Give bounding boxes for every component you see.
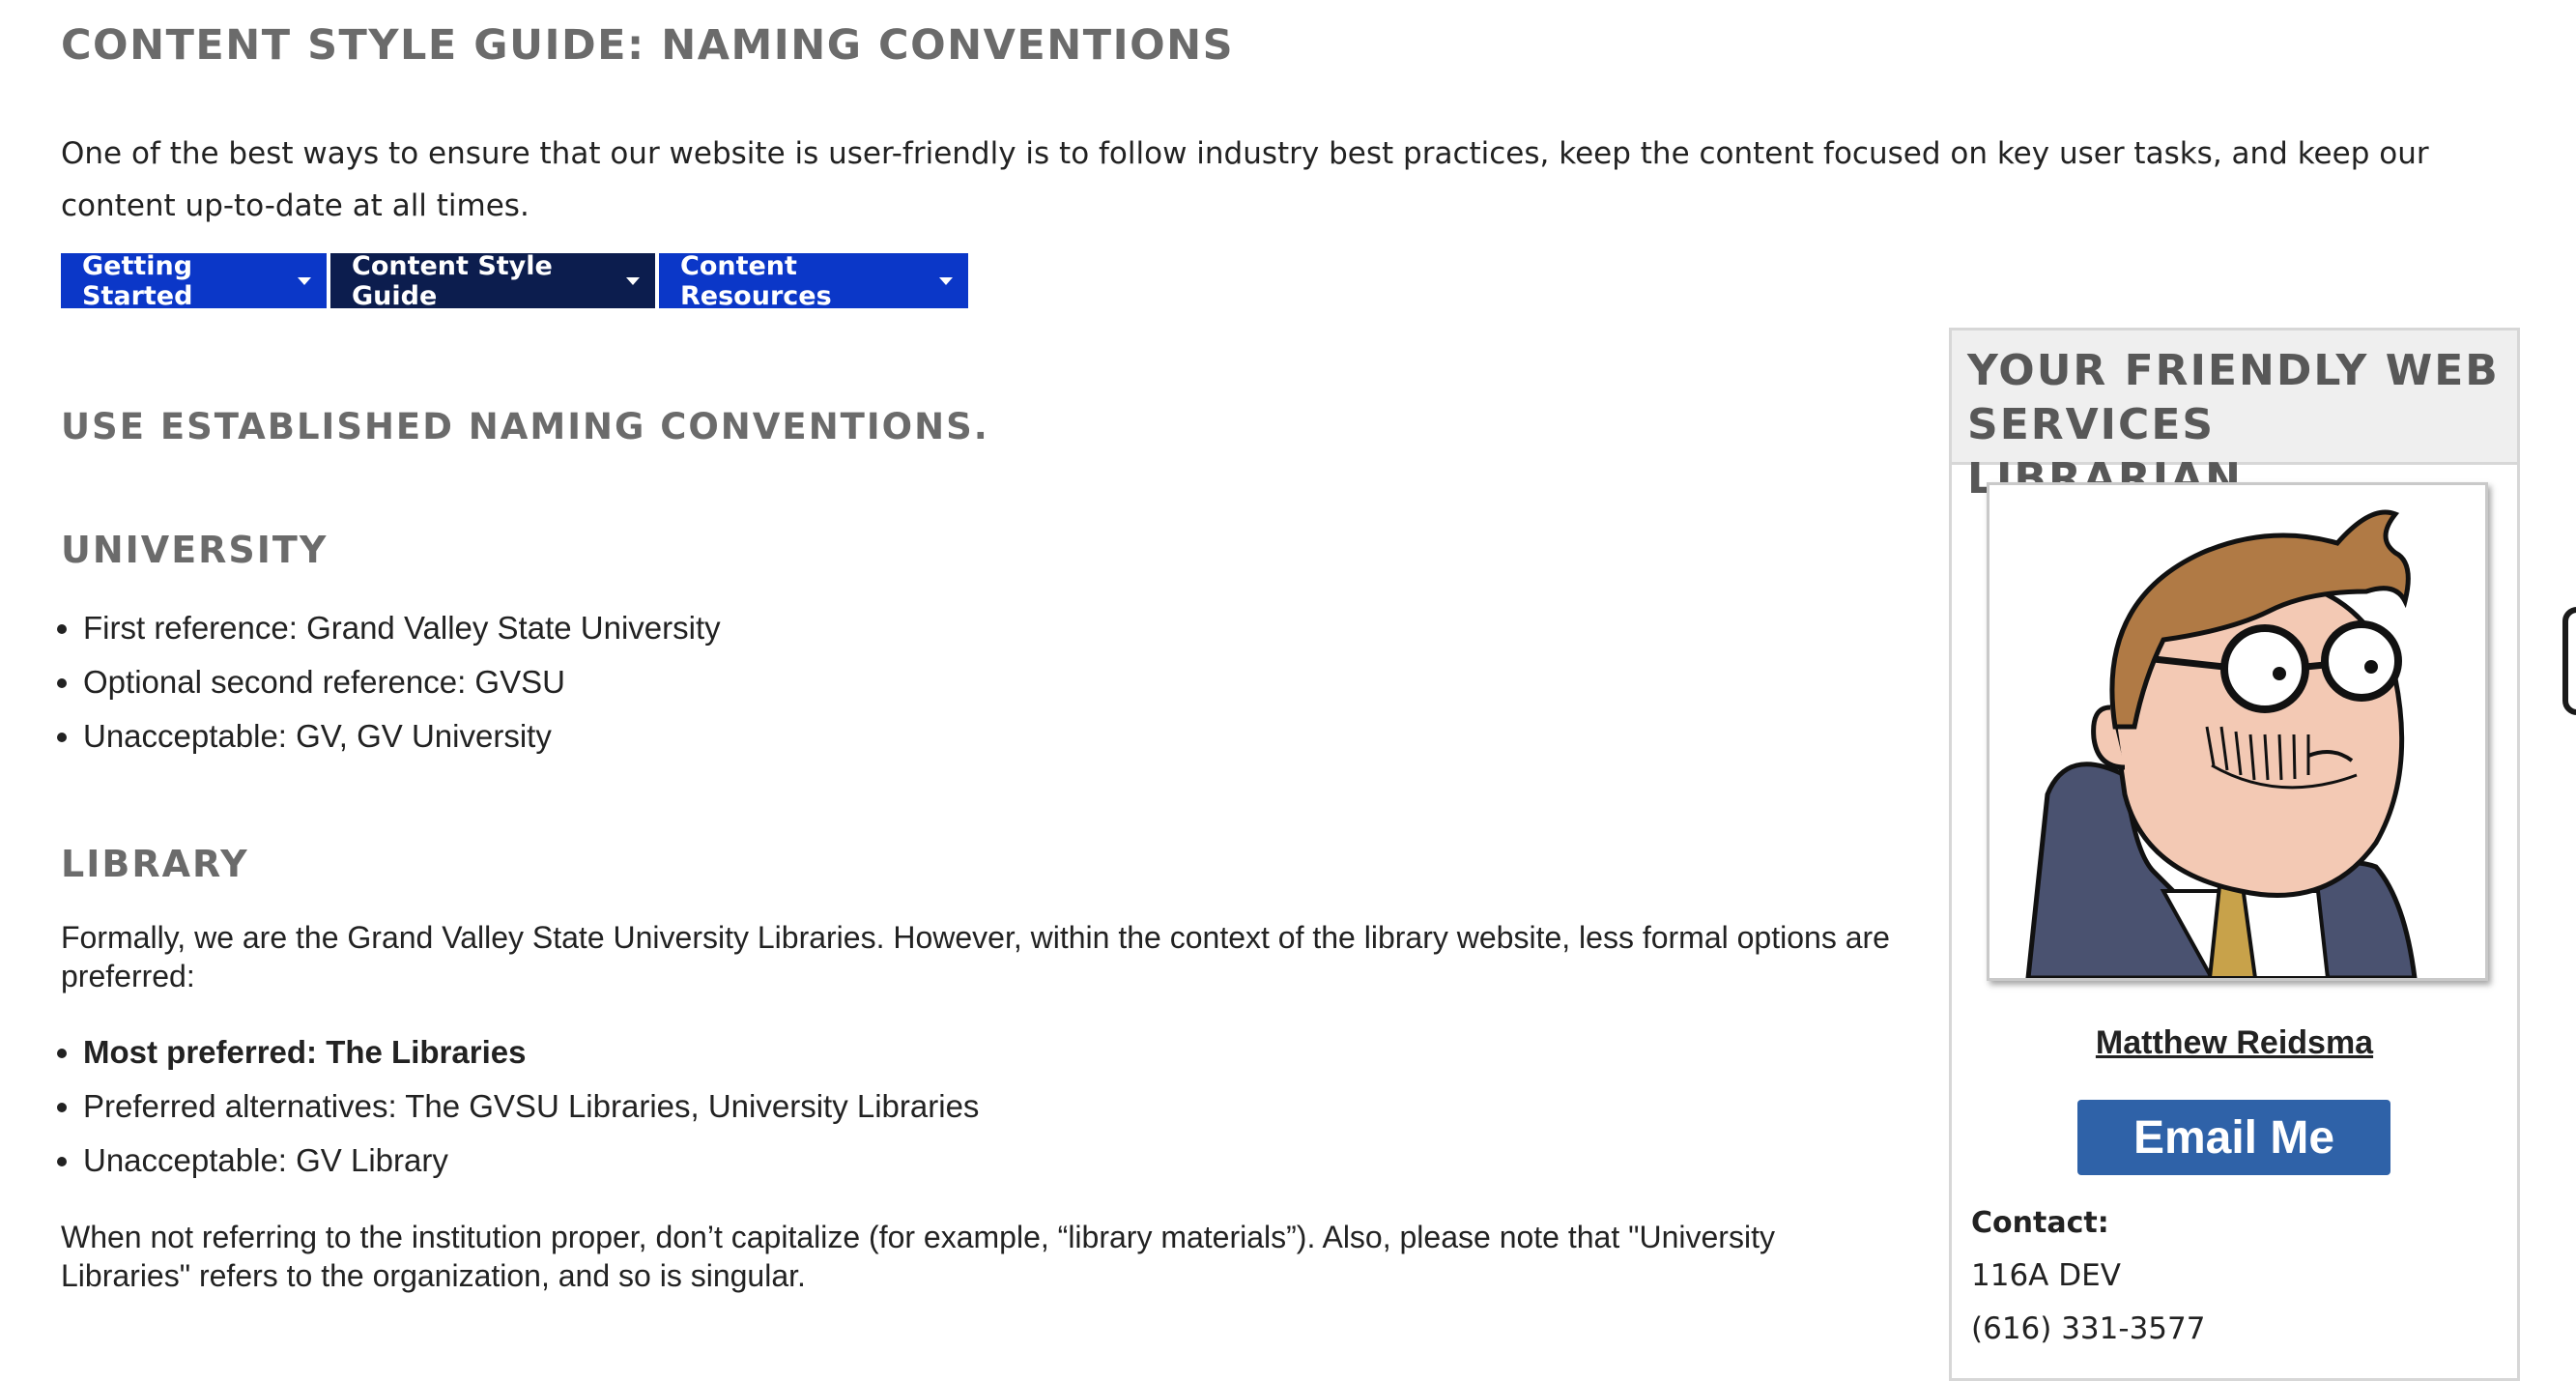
intro-paragraph: One of the best ways to ensure that our …	[61, 136, 2429, 223]
tab-label: Content Resources	[680, 250, 832, 311]
university-heading: UNIVERSITY	[61, 529, 329, 571]
section-heading: USE ESTABLISHED NAMING CONVENTIONS.	[61, 406, 989, 447]
tab-getting-started[interactable]: Getting Started	[61, 250, 327, 311]
office-location: 116A DEV	[1971, 1258, 2121, 1293]
page-title: CONTENT STYLE GUIDE: NAMING CONVENTIONS	[61, 21, 1235, 70]
list-item: Most preferred: The Libraries	[83, 1025, 979, 1079]
list-item: Unacceptable: GV, GV University	[83, 709, 721, 763]
library-note: When not referring to the institution pr…	[61, 1220, 1775, 1293]
tab-label: Content Style Guide	[352, 250, 553, 311]
university-list: First reference: Grand Valley State Univ…	[35, 601, 721, 763]
tab-label: Getting Started	[82, 250, 193, 311]
tab-content-resources[interactable]: Content Resources	[659, 250, 968, 311]
librarian-name-link[interactable]: Matthew Reidsma	[1952, 1024, 2517, 1062]
email-me-button[interactable]: Email Me	[2077, 1100, 2390, 1175]
list-item: Unacceptable: GV Library	[83, 1134, 979, 1188]
library-intro: Formally, we are the Grand Valley State …	[61, 920, 1890, 993]
caret-down-icon	[626, 276, 640, 285]
list-item: First reference: Grand Valley State Univ…	[83, 601, 721, 655]
caret-down-icon	[939, 276, 953, 285]
librarian-sidebar: YOUR FRIENDLY WEB SERVICES LIBRARIAN Mat…	[1949, 328, 2520, 1381]
contact-label: Contact:	[1971, 1206, 2109, 1240]
caret-down-icon	[298, 276, 311, 285]
section-tabs: Getting Started Content Style Guide Cont…	[61, 250, 968, 311]
sidebar-header: YOUR FRIENDLY WEB SERVICES LIBRARIAN	[1952, 331, 2517, 503]
scroll-handle[interactable]	[2562, 607, 2576, 715]
phone-number: (616) 331-3577	[1971, 1311, 2206, 1346]
library-heading: LIBRARY	[61, 843, 249, 885]
list-item: Preferred alternatives: The GVSU Librari…	[83, 1079, 979, 1134]
tab-content-style-guide[interactable]: Content Style Guide	[330, 250, 655, 311]
list-item: Optional second reference: GVSU	[83, 655, 721, 709]
librarian-portrait	[1987, 482, 2488, 981]
library-list: Most preferred: The Libraries Preferred …	[35, 1025, 979, 1188]
